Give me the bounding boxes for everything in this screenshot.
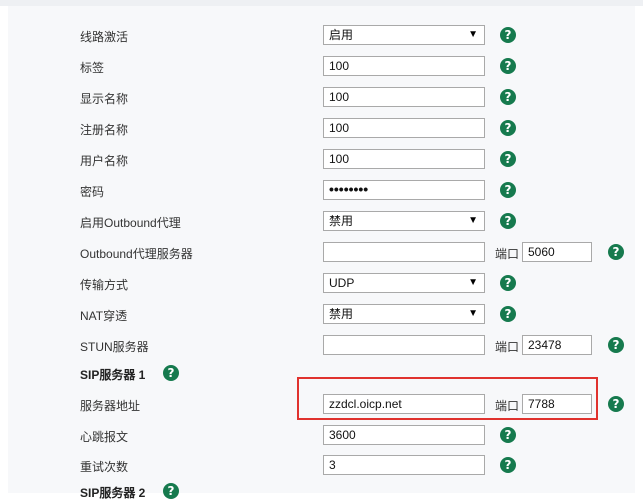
help-icon[interactable]: ? (608, 337, 624, 353)
help-icon[interactable]: ? (500, 275, 516, 291)
outbound-server-label: Outbound代理服务器 (80, 247, 193, 261)
transport-value: UDP (329, 276, 355, 290)
user-name-label: 用户名称 (80, 154, 129, 168)
stun-input[interactable] (323, 335, 485, 355)
row-tag: 标签 100 ? (0, 55, 643, 79)
dropdown-arrow-icon: ▼ (468, 215, 478, 226)
server-address-input[interactable]: zzdcl.oicp.net (323, 394, 485, 414)
sip-server-1-heading: SIP服务器 1 (80, 368, 146, 382)
line-active-select[interactable]: 启用 ▼ (323, 25, 485, 45)
server-port-label: 端口 (495, 399, 520, 413)
outbound-port-input[interactable]: 5060 (522, 242, 592, 262)
dropdown-arrow-icon: ▼ (468, 29, 478, 40)
row-server-address: 服务器地址 zzdcl.oicp.net 端口 7788 ? (0, 393, 643, 417)
help-icon[interactable]: ? (500, 213, 516, 229)
outbound-port-label: 端口 (495, 247, 520, 261)
help-icon[interactable]: ? (500, 58, 516, 74)
help-icon[interactable]: ? (500, 182, 516, 198)
row-heartbeat: 心跳报文 3600 ? (0, 424, 643, 448)
enable-outbound-label: 启用Outbound代理 (80, 216, 181, 230)
retry-input[interactable]: 3 (323, 455, 485, 475)
help-icon[interactable]: ? (500, 457, 516, 473)
row-line-active: 线路激活 启用 ▼ ? (0, 24, 643, 48)
enable-outbound-select[interactable]: 禁用 ▼ (323, 211, 485, 231)
stun-port-label: 端口 (495, 340, 520, 354)
line-active-value: 启用 (329, 28, 354, 42)
stun-port-input[interactable]: 23478 (522, 335, 592, 355)
heartbeat-label: 心跳报文 (80, 430, 129, 444)
password-input[interactable]: •••••••• (323, 180, 485, 200)
help-icon[interactable]: ? (500, 151, 516, 167)
line-active-label: 线路激活 (80, 30, 129, 44)
row-outbound-server: Outbound代理服务器 端口 5060 ? (0, 241, 643, 265)
enable-outbound-value: 禁用 (329, 214, 354, 228)
transport-select[interactable]: UDP ▼ (323, 273, 485, 293)
tag-label: 标签 (80, 61, 105, 75)
dropdown-arrow-icon: ▼ (468, 277, 478, 288)
row-user-name: 用户名称 100 ? (0, 148, 643, 172)
help-icon[interactable]: ? (608, 244, 624, 260)
display-name-input[interactable]: 100 (323, 87, 485, 107)
row-sip-server-2: SIP服务器 2 ? (0, 480, 643, 504)
heartbeat-input[interactable]: 3600 (323, 425, 485, 445)
row-transport: 传输方式 UDP ▼ ? (0, 272, 643, 296)
help-icon[interactable]: ? (608, 396, 624, 412)
transport-label: 传输方式 (80, 278, 129, 292)
nat-value: 禁用 (329, 307, 354, 321)
help-icon[interactable]: ? (500, 306, 516, 322)
row-register-name: 注册名称 100 ? (0, 117, 643, 141)
nat-select[interactable]: 禁用 ▼ (323, 304, 485, 324)
retry-label: 重试次数 (80, 460, 129, 474)
row-display-name: 显示名称 100 ? (0, 86, 643, 110)
dropdown-arrow-icon: ▼ (468, 308, 478, 319)
row-nat: NAT穿透 禁用 ▼ ? (0, 303, 643, 327)
server-address-label: 服务器地址 (80, 399, 141, 413)
stun-label: STUN服务器 (80, 340, 149, 354)
server-port-input[interactable]: 7788 (522, 394, 592, 414)
help-icon[interactable]: ? (500, 89, 516, 105)
register-name-input[interactable]: 100 (323, 118, 485, 138)
row-stun: STUN服务器 端口 23478 ? (0, 334, 643, 358)
help-icon[interactable]: ? (500, 120, 516, 136)
password-label: 密码 (80, 185, 105, 199)
help-icon[interactable]: ? (500, 427, 516, 443)
nat-label: NAT穿透 (80, 309, 128, 323)
user-name-input[interactable]: 100 (323, 149, 485, 169)
help-icon[interactable]: ? (163, 365, 179, 381)
register-name-label: 注册名称 (80, 123, 129, 137)
tag-input[interactable]: 100 (323, 56, 485, 76)
row-retry: 重试次数 3 ? (0, 454, 643, 478)
display-name-label: 显示名称 (80, 92, 129, 106)
help-icon[interactable]: ? (500, 27, 516, 43)
help-icon[interactable]: ? (163, 483, 179, 499)
outbound-server-input[interactable] (323, 242, 485, 262)
row-password: 密码 •••••••• ? (0, 179, 643, 203)
row-enable-outbound: 启用Outbound代理 禁用 ▼ ? (0, 210, 643, 234)
